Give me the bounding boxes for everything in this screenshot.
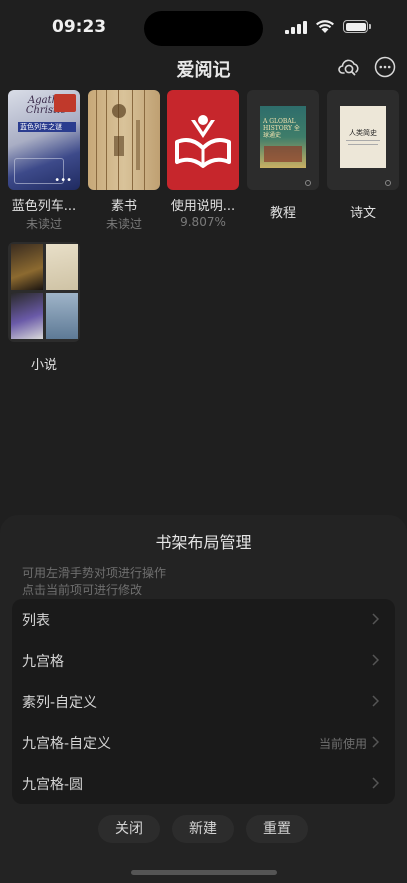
more-dots-icon: ••• xyxy=(54,175,72,186)
folder-item[interactable]: 小说 xyxy=(8,242,80,373)
folder-cover: 人类简史 xyxy=(327,90,399,190)
layout-option[interactable]: 九宫格 xyxy=(12,640,395,681)
option-label: 素列-自定义 xyxy=(22,695,98,711)
layout-manager-sheet: 书架布局管理 可用左滑手势对项进行操作 点击当前项可进行修改 列表 九宫格 素列… xyxy=(0,515,407,883)
book-cover: Agatha Christie 蓝色列车之谜 ••• xyxy=(8,90,80,190)
chevron-right-icon xyxy=(372,695,379,707)
book-cover xyxy=(88,90,160,190)
book-item[interactable]: 素书 未读过 xyxy=(88,90,160,232)
signal-icon xyxy=(285,21,307,34)
home-indicator[interactable] xyxy=(131,870,277,875)
option-label: 九宫格-自定义 xyxy=(22,736,112,752)
new-button[interactable]: 新建 xyxy=(172,815,234,843)
open-book-icon xyxy=(175,115,231,168)
folder-label: 小说 xyxy=(30,358,57,373)
folder-label: 教程 xyxy=(269,206,296,221)
book-item[interactable]: Agatha Christie 蓝色列车之谜 ••• 蓝色列车... 未读过 xyxy=(8,90,80,232)
book-title: 蓝色列车... xyxy=(11,199,77,214)
search-cloud-icon[interactable] xyxy=(338,56,360,78)
more-icon[interactable] xyxy=(374,56,396,78)
wifi-icon xyxy=(316,20,334,33)
close-button[interactable]: 关闭 xyxy=(98,815,160,843)
chevron-right-icon xyxy=(372,777,379,789)
book-progress: 未读过 xyxy=(105,217,142,231)
folder-cover xyxy=(8,242,80,342)
status-bar: 09:23 xyxy=(0,0,407,54)
reset-button[interactable]: 重置 xyxy=(246,815,308,843)
folder-item[interactable]: A GLOBAL HISTORY 全球通史 教程 xyxy=(247,90,319,221)
folder-cover-text: A GLOBAL HISTORY 全球通史 xyxy=(263,118,300,139)
layout-option-list: 列表 九宫格 素列-自定义 九宫格-自定义 当前使用 九宫格-圆 xyxy=(12,599,395,804)
option-label: 九宫格-圆 xyxy=(22,777,84,793)
nav-bar: 爱阅记 xyxy=(0,50,407,84)
option-label: 九宫格 xyxy=(22,654,64,670)
chevron-right-icon xyxy=(372,613,379,625)
book-progress: 未读过 xyxy=(25,217,62,231)
option-status: 当前使用 xyxy=(318,737,367,751)
folder-label: 诗文 xyxy=(349,206,376,221)
book-progress: 9.807% xyxy=(180,215,226,229)
folder-cover-text: 人类简史 xyxy=(349,129,377,137)
chevron-right-icon xyxy=(372,736,379,748)
folder-item[interactable]: 人类简史 诗文 xyxy=(327,90,399,221)
chevron-right-icon xyxy=(372,654,379,666)
book-item[interactable]: 使用说明... 9.807% xyxy=(167,90,239,229)
sheet-hint: 点击当前项可进行修改 xyxy=(22,583,143,597)
layout-option[interactable]: 九宫格-自定义 当前使用 xyxy=(12,722,395,763)
battery-icon xyxy=(343,20,371,33)
book-title: 使用说明... xyxy=(170,199,236,214)
layout-option[interactable]: 九宫格-圆 xyxy=(12,763,395,804)
dynamic-island xyxy=(144,11,263,46)
sheet-hint: 可用左滑手势对项进行操作 xyxy=(22,566,167,580)
option-label: 列表 xyxy=(22,613,50,629)
cover-title: 蓝色列车之谜 xyxy=(18,122,76,132)
sheet-title: 书架布局管理 xyxy=(155,533,252,552)
status-time: 09:23 xyxy=(52,17,107,37)
book-cover xyxy=(167,90,239,190)
book-title: 素书 xyxy=(110,199,137,214)
layout-option[interactable]: 列表 xyxy=(12,599,395,640)
layout-option[interactable]: 素列-自定义 xyxy=(12,681,395,722)
folder-cover: A GLOBAL HISTORY 全球通史 xyxy=(247,90,319,190)
